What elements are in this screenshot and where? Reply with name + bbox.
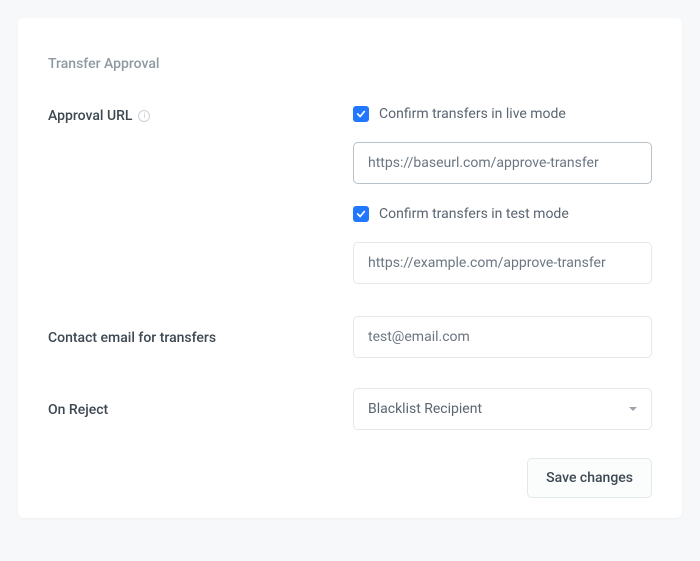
save-row: Save changes	[48, 458, 652, 498]
save-button[interactable]: Save changes	[527, 458, 652, 498]
checkmark-icon	[356, 209, 366, 219]
approval-url-row: Approval URL i Confirm transfers in live…	[48, 106, 652, 306]
section-title: Transfer Approval	[48, 56, 652, 72]
checkmark-icon	[356, 109, 366, 119]
contact-email-label: Contact email for transfers	[48, 330, 216, 346]
approval-url-fields: Confirm transfers in live mode Confirm t…	[353, 106, 652, 306]
live-mode-url-input[interactable]	[353, 142, 652, 184]
info-icon[interactable]: i	[138, 110, 150, 122]
contact-email-input[interactable]	[353, 316, 652, 358]
test-mode-checkbox[interactable]	[353, 206, 369, 222]
contact-email-label-col: Contact email for transfers	[48, 316, 353, 346]
test-mode-label: Confirm transfers in test mode	[379, 206, 569, 222]
test-mode-url-input[interactable]	[353, 242, 652, 284]
transfer-approval-card: Transfer Approval Approval URL i Confirm…	[18, 18, 682, 518]
chevron-down-icon	[629, 407, 637, 411]
contact-email-row: Contact email for transfers	[48, 316, 652, 358]
on-reject-label-col: On Reject	[48, 388, 353, 418]
on-reject-selected: Blacklist Recipient	[368, 401, 482, 417]
on-reject-row: On Reject Blacklist Recipient	[48, 388, 652, 430]
live-mode-label: Confirm transfers in live mode	[379, 106, 566, 122]
live-mode-checkbox[interactable]	[353, 106, 369, 122]
approval-url-label-col: Approval URL i	[48, 106, 353, 124]
on-reject-field: Blacklist Recipient	[353, 388, 652, 430]
on-reject-label: On Reject	[48, 402, 108, 418]
test-mode-checkbox-row: Confirm transfers in test mode	[353, 206, 652, 222]
on-reject-select[interactable]: Blacklist Recipient	[353, 388, 652, 430]
contact-email-field	[353, 316, 652, 358]
approval-url-label: Approval URL	[48, 108, 132, 124]
live-mode-checkbox-row: Confirm transfers in live mode	[353, 106, 652, 122]
